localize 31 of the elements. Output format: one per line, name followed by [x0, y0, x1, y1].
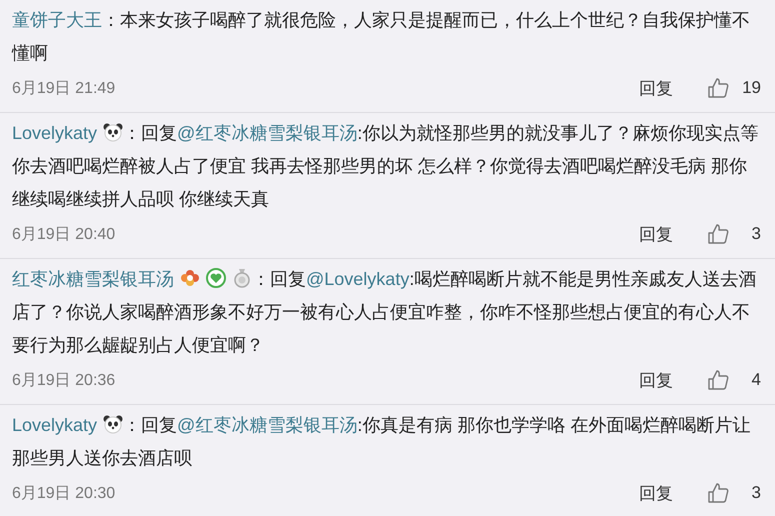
panda-icon — [103, 122, 124, 142]
panda-icon — [103, 414, 124, 434]
flower-icon — [180, 268, 200, 288]
comment-date: 6月19日 20:40 — [12, 224, 116, 244]
reply-button[interactable]: 回复 — [639, 76, 673, 100]
reply-button[interactable]: 回复 — [639, 368, 673, 392]
mention-link[interactable]: @红枣冰糖雪梨银耳汤 — [177, 415, 358, 435]
comment-date: 6月19日 20:36 — [12, 370, 116, 390]
comment-text: Lovelykaty ：回复@红枣冰糖雪梨银耳汤:你以为就怪那些男的就没事儿了？麻烦你现实点等你去酒吧喝烂醉被人占了便宜 我再去怪那些男的坏 怎么样？你觉得去酒吧喝烂醉没毛病 那你继续喝继续拼人品呗 你继续天真 — [12, 121, 760, 211]
comment-date: 6月19日 21:49 — [12, 78, 116, 98]
comment-text: Lovelykaty ：回复@红枣冰糖雪梨银耳汤:你真是有病 那你也学学咯 在外面喝烂醉喝断片让那些男人送你去酒店呗 — [12, 413, 752, 470]
comment-date: 6月19日 20:30 — [12, 484, 116, 504]
like-button[interactable]: 3 — [707, 223, 761, 245]
author-link[interactable]: Lovelykaty — [12, 123, 98, 143]
mention-link[interactable]: @Lovelykaty — [306, 269, 410, 289]
author-link[interactable]: 红枣冰糖雪梨银耳汤 — [12, 269, 174, 289]
reply-button[interactable]: 回复 — [639, 222, 673, 246]
mention-link[interactable]: @红枣冰糖雪梨银耳汤 — [177, 123, 358, 143]
thumbs-up-icon — [707, 369, 729, 391]
like-button[interactable]: 4 — [707, 369, 761, 391]
thumbs-up-icon — [707, 77, 729, 99]
comment-text: 红枣冰糖雪梨银耳汤 ：回复@Lovelykaty:喝烂醉喝断片就不能是男性亲戚友人送去酒店了？你说人家喝醉酒形象不好万一被有心人占便宜咋整，你咋不怪那些想占便宜的有心人不要行为那么龌龊别占人便宜啊？ — [12, 267, 758, 357]
author-link[interactable]: Lovelykaty — [12, 415, 98, 435]
medal-icon — [232, 268, 252, 288]
like-button[interactable]: 3 — [707, 482, 761, 504]
reply-button[interactable]: 回复 — [639, 482, 673, 504]
thumbs-up-icon — [707, 482, 729, 504]
comment-text: 童饼子大王：本来女孩子喝醉了就很危险，人家只是提醒而已，什么上个世纪？自我保护懂不懂啊 — [12, 9, 751, 65]
author-link[interactable]: 童饼子大王 — [12, 10, 102, 30]
like-button[interactable]: 19 — [707, 77, 761, 99]
thumbs-up-icon — [707, 223, 729, 245]
